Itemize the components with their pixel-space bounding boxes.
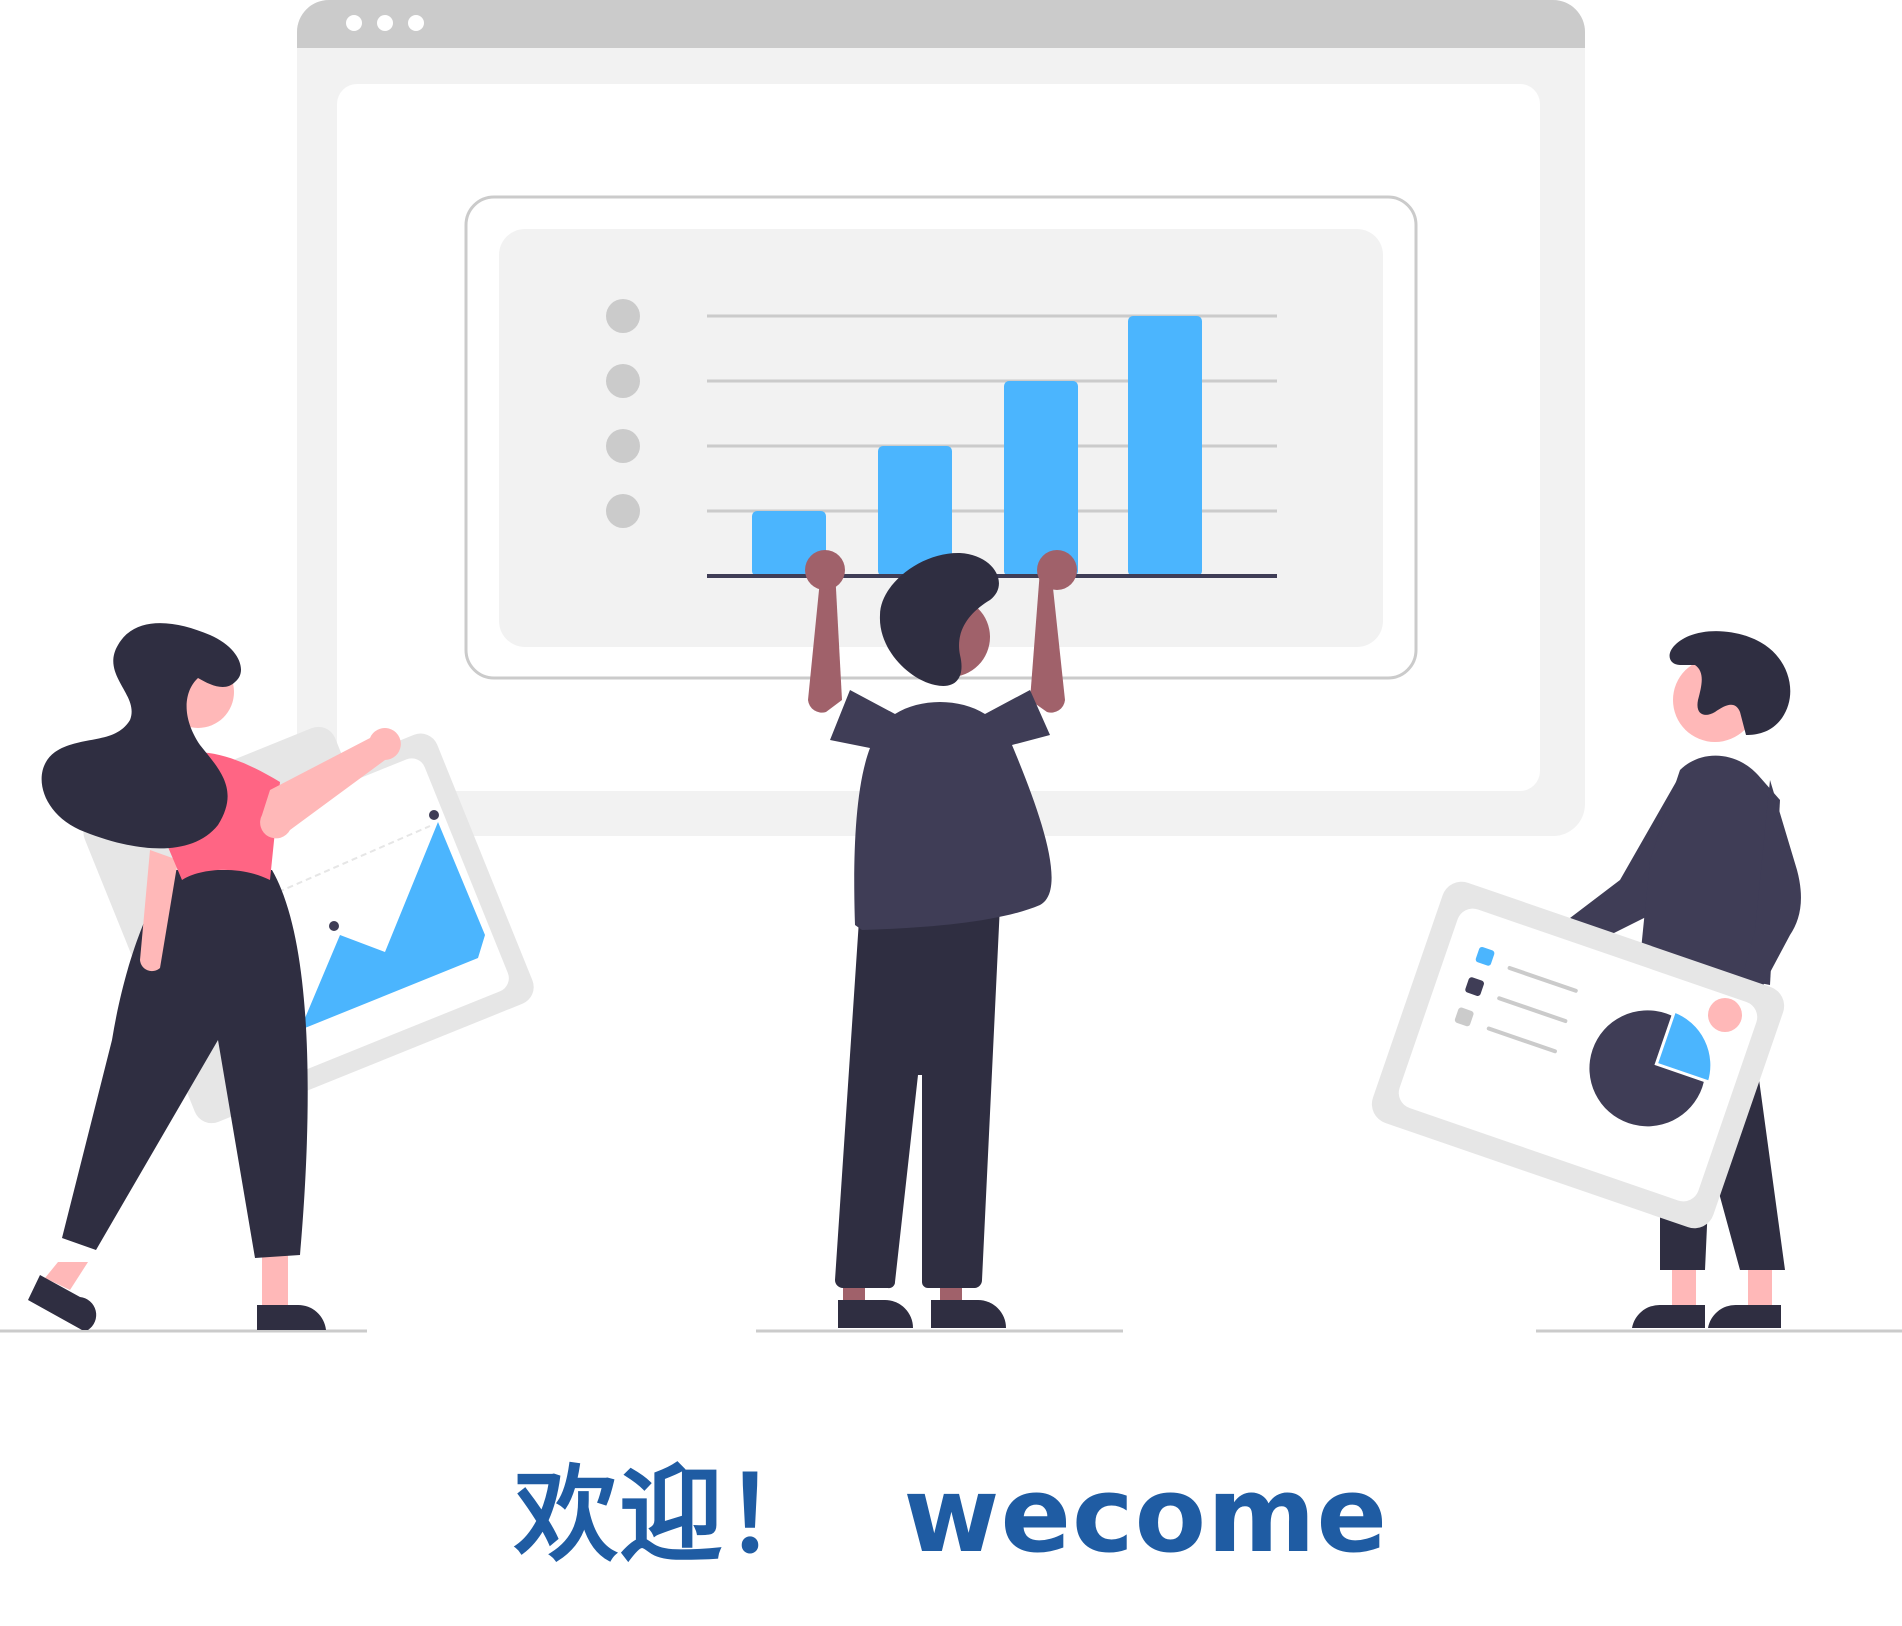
chart-bar bbox=[1004, 381, 1078, 576]
window-dot-icon bbox=[346, 15, 362, 31]
legend-dot-icon bbox=[606, 429, 640, 463]
window-dot-icon bbox=[377, 15, 393, 31]
welcome-heading: 欢迎！ wecome bbox=[513, 1454, 1389, 1576]
chart-bar bbox=[1128, 316, 1202, 576]
welcome-illustration bbox=[0, 0, 1902, 1333]
window-dot-icon bbox=[408, 15, 424, 31]
legend-dot-icon bbox=[606, 364, 640, 398]
legend-dot-icon bbox=[606, 494, 640, 528]
legend-dot-icon bbox=[606, 299, 640, 333]
